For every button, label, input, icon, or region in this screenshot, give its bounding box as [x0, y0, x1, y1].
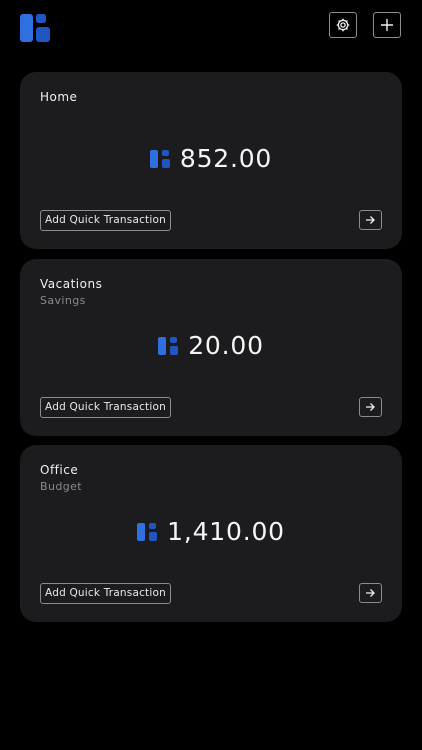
account-subtitle: Savings: [40, 294, 86, 307]
balance-display: 1,410.00: [20, 517, 402, 546]
account-card-office[interactable]: Office Budget 1,410.00 Add Quick Transac…: [20, 445, 402, 622]
gear-icon: [336, 18, 350, 32]
open-account-button[interactable]: [359, 397, 382, 417]
balance-amount: 1,410.00: [167, 517, 285, 546]
balance-display: 20.00: [20, 331, 402, 360]
balance-amount: 20.00: [188, 331, 264, 360]
add-quick-transaction-button[interactable]: Add Quick Transaction: [40, 583, 171, 604]
currency-logo-icon: [137, 522, 158, 541]
arrow-right-icon: [366, 403, 375, 411]
add-quick-transaction-button[interactable]: Add Quick Transaction: [40, 210, 171, 231]
balance-amount: 852.00: [179, 144, 273, 173]
account-subtitle: Budget: [40, 480, 82, 493]
currency-logo-icon: [149, 149, 170, 168]
balance-display: 852.00: [20, 144, 402, 173]
add-quick-transaction-button[interactable]: Add Quick Transaction: [40, 397, 171, 418]
arrow-right-icon: [366, 589, 375, 597]
account-card-vacations[interactable]: Vacations Savings 20.00 Add Quick Transa…: [20, 259, 402, 436]
app-logo-icon: [20, 14, 50, 42]
arrow-right-icon: [366, 216, 375, 224]
currency-logo-icon: [158, 336, 179, 355]
add-account-button[interactable]: [373, 12, 401, 38]
account-title: Home: [40, 90, 78, 104]
settings-button[interactable]: [329, 12, 357, 38]
account-title: Vacations: [40, 277, 103, 291]
open-account-button[interactable]: [359, 210, 382, 230]
account-card-home[interactable]: Home 852.00 Add Quick Transaction: [20, 72, 402, 249]
open-account-button[interactable]: [359, 583, 382, 603]
plus-icon: [381, 19, 393, 31]
top-bar: [0, 0, 422, 60]
account-title: Office: [40, 463, 79, 477]
